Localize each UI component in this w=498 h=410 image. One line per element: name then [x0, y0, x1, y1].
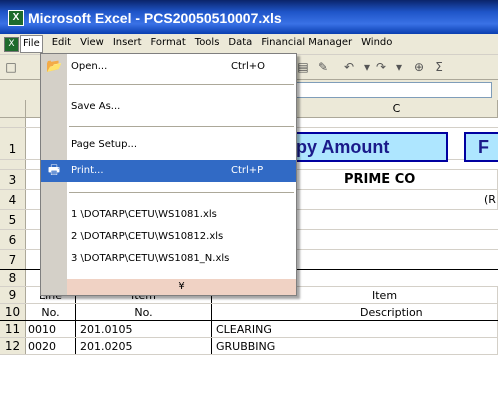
- item-description-header[interactable]: Description: [212, 304, 498, 320]
- hyperlink-icon[interactable]: ⊕: [412, 60, 426, 74]
- undo-dropdown-icon[interactable]: ▾: [360, 60, 374, 74]
- redo-icon[interactable]: ↷: [374, 60, 388, 74]
- print-shortcut: Ctrl+P: [231, 165, 264, 176]
- paren-cell[interactable]: (R: [296, 190, 498, 209]
- line-no-header[interactable]: No.: [26, 304, 76, 320]
- item-no-cell[interactable]: 201.0105: [76, 321, 212, 337]
- menu-financial-manager[interactable]: Financial Manager: [261, 37, 352, 53]
- menu-format[interactable]: Format: [151, 37, 186, 53]
- menu-item-recent-1[interactable]: 1 \DOTARP\CETU\WS1081.xls: [41, 204, 296, 226]
- copy-amount-button[interactable]: py Amount: [286, 132, 448, 162]
- row-header[interactable]: 12: [0, 338, 26, 354]
- spelling-icon[interactable]: ✎: [316, 60, 330, 74]
- menu-separator: [69, 84, 294, 85]
- menu-edit[interactable]: Edit: [52, 37, 71, 53]
- row-header[interactable]: 11: [0, 321, 26, 337]
- open-label: Open...: [71, 61, 108, 72]
- autosum-icon[interactable]: Σ: [432, 60, 446, 74]
- menu-bar: X File Edit View Insert Format Tools Dat…: [0, 34, 498, 55]
- menu-separator: [69, 126, 294, 127]
- open-shortcut: Ctrl+O: [231, 61, 266, 72]
- f-box-button[interactable]: F: [464, 132, 498, 162]
- window-title: Microsoft Excel - PCS20050510007.xls: [28, 10, 282, 26]
- menu-item-recent-2[interactable]: 2 \DOTARP\CETU\WS10812.xls: [41, 226, 296, 248]
- save-as-label: Save As...: [71, 101, 121, 112]
- row-header[interactable]: 6: [0, 230, 26, 249]
- menu-view[interactable]: View: [80, 37, 104, 53]
- row-header[interactable]: 4: [0, 190, 26, 209]
- menu-insert[interactable]: Insert: [113, 37, 142, 53]
- menu-separator: [69, 192, 294, 193]
- menu-item-recent-3[interactable]: 3 \DOTARP\CETU\WS1081_N.xls: [41, 248, 296, 270]
- undo-icon[interactable]: ↶: [342, 60, 356, 74]
- menu-item-print[interactable]: 🖶 Print... Ctrl+P: [41, 160, 296, 182]
- row-header[interactable]: 7: [0, 250, 26, 269]
- menu-item-page-setup[interactable]: Page Setup...: [41, 134, 296, 156]
- row-header[interactable]: [0, 160, 26, 169]
- description-cell[interactable]: GRUBBING: [212, 338, 498, 354]
- column-header-c[interactable]: C: [296, 100, 498, 118]
- row-header[interactable]: 8: [0, 270, 26, 286]
- prime-contractor-label[interactable]: PRIME CO: [296, 170, 498, 189]
- recent-file-label: 1 \DOTARP\CETU\WS1081.xls: [71, 209, 217, 220]
- printer-icon: 🖶: [47, 163, 61, 178]
- row-header[interactable]: 9: [0, 287, 26, 303]
- new-icon[interactable]: □: [4, 60, 18, 74]
- table-row: 12 0020 201.0205 GRUBBING: [0, 338, 498, 355]
- row-header[interactable]: 10: [0, 304, 26, 320]
- menu-file[interactable]: File: [20, 35, 43, 53]
- menu-window[interactable]: Windo: [361, 37, 392, 53]
- workbook-icon[interactable]: X: [4, 37, 19, 52]
- menu-item-open[interactable]: 📂 Open... Ctrl+O: [41, 56, 296, 78]
- row-header[interactable]: 5: [0, 210, 26, 229]
- menu-tools[interactable]: Tools: [195, 37, 220, 53]
- print-preview-icon[interactable]: ▤: [296, 60, 310, 74]
- open-folder-icon: 📂: [46, 59, 63, 74]
- line-no-cell[interactable]: 0010: [26, 321, 76, 337]
- menu-data[interactable]: Data: [228, 37, 252, 53]
- table-row: 10 No. No. Description: [0, 304, 498, 321]
- title-bar: X Microsoft Excel - PCS20050510007.xls: [0, 0, 498, 34]
- menu-item-save-as[interactable]: Save As...: [41, 96, 296, 118]
- item-no-cell[interactable]: 201.0205: [76, 338, 212, 354]
- description-cell[interactable]: CLEARING: [212, 321, 498, 337]
- recent-file-label: 2 \DOTARP\CETU\WS10812.xls: [71, 231, 224, 242]
- redo-dropdown-icon[interactable]: ▾: [392, 60, 406, 74]
- print-label: Print...: [71, 165, 104, 176]
- table-row: 11 0010 201.0105 CLEARING: [0, 321, 498, 338]
- line-no-cell[interactable]: 0020: [26, 338, 76, 354]
- file-menu-dropdown: 📂 Open... Ctrl+O Save As... Page Setup..…: [40, 53, 297, 296]
- expand-menu-chevron-icon[interactable]: ¥: [67, 279, 296, 295]
- row-header[interactable]: 3: [0, 170, 26, 189]
- page-setup-label: Page Setup...: [71, 139, 138, 150]
- select-all-corner[interactable]: [0, 100, 26, 118]
- row-header[interactable]: [0, 118, 26, 127]
- item-no-header[interactable]: No.: [76, 304, 212, 320]
- excel-app-icon[interactable]: X: [8, 10, 24, 26]
- row-header[interactable]: 1: [0, 128, 26, 159]
- recent-file-label: 3 \DOTARP\CETU\WS1081_N.xls: [71, 253, 230, 264]
